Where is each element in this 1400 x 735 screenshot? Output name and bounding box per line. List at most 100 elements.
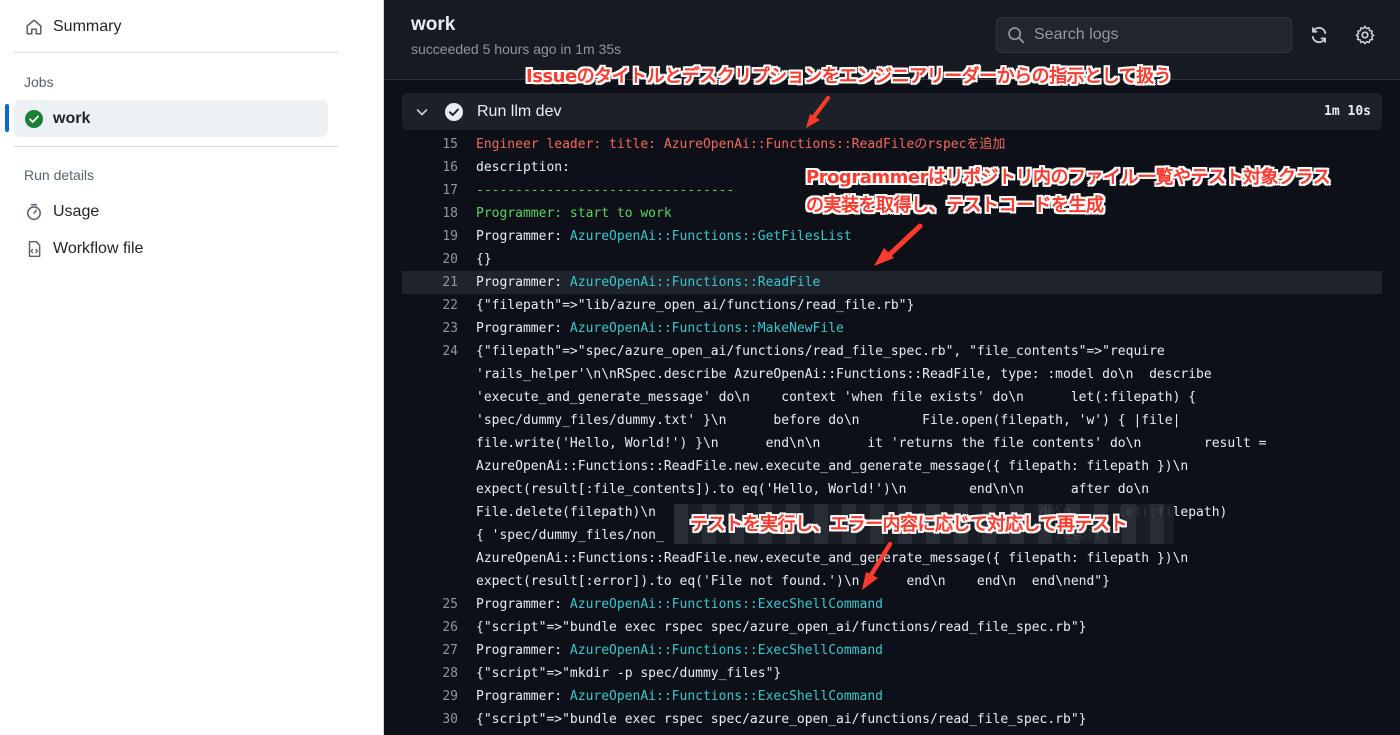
home-icon — [24, 17, 44, 37]
log-text: 'rails_helper'\n\nRSpec.describe AzureOp… — [476, 367, 1212, 382]
log-text: {"filepath"=>"lib/azure_open_ai/function… — [476, 298, 915, 313]
annotation-programmer-line1: Programmerはリポジトリ内のファイル一覧やテスト対象クラス — [806, 167, 1331, 188]
line-number: 27 — [442, 643, 458, 658]
log-text: Programmer: AzureOpenAi::Functions::GetF… — [476, 225, 852, 248]
line-number: 29 — [442, 689, 458, 704]
log-text: {"script"=>"bundle exec rspec spec/azure… — [476, 712, 1087, 727]
log-function-name: AzureOpenAi::Functions::ReadFile — [569, 275, 821, 290]
sidebar-item-workflow-file[interactable]: Workflow file — [14, 230, 328, 267]
log-function-name: AzureOpenAi::Functions::ExecShellCommand — [569, 689, 883, 704]
log-text: description: — [476, 160, 570, 175]
file-code-icon — [24, 239, 44, 259]
check-circle-icon — [444, 102, 464, 122]
line-number: 15 — [442, 137, 458, 152]
jobs-heading: Jobs — [24, 74, 54, 90]
log-text: Programmer: AzureOpenAi::Functions::Exec… — [476, 593, 883, 616]
log-text: 'execute_and_generate_message' do\n cont… — [476, 390, 1197, 405]
log-function-name: AzureOpenAi::Functions::ExecShellCommand — [569, 643, 883, 658]
log-function-name: AzureOpenAi::Functions::MakeNewFile — [569, 321, 844, 336]
stopwatch-icon — [24, 202, 44, 222]
divider — [14, 146, 338, 147]
search-icon — [1007, 26, 1025, 44]
log-text: {"script"=>"mkdir -p spec/dummy_files"} — [476, 666, 782, 681]
line-number: 24 — [442, 344, 458, 359]
log-line[interactable]: 27 Programmer: AzureOpenAi::Functions::Ex… — [402, 639, 1382, 662]
refresh-button[interactable] — [1306, 22, 1332, 48]
log-text: Programmer: AzureOpenAi::Functions::Exec… — [476, 685, 883, 708]
line-number: 18 — [442, 206, 458, 221]
log-line[interactable]: 29 Programmer: AzureOpenAi::Functions::Ex… — [402, 685, 1382, 708]
active-indicator — [5, 104, 9, 132]
sidebar-item-label: Usage — [53, 202, 100, 220]
log-line[interactable]: 22 {"filepath"=>"lib/azure_open_ai/functi… — [402, 294, 1382, 317]
line-number: 28 — [442, 666, 458, 681]
sidebar-item-label: Summary — [53, 17, 122, 35]
line-number: 21 — [442, 275, 458, 290]
log-text: Programmer: AzureOpenAi::Functions::Exec… — [476, 639, 883, 662]
log-prefix: Programmer: — [476, 229, 570, 244]
log-prefix: Programmer: — [476, 321, 570, 336]
step-name: Run llm dev — [477, 102, 562, 120]
log-text: 'spec/dummy_files/dummy.txt' }\n before … — [476, 413, 1181, 428]
log-text: Programmer: start to work — [476, 206, 672, 221]
annotation-programmer-line2: の実装を取得し、テストコードを生成 — [806, 195, 1104, 216]
log-line[interactable]: 30 {"script"=>"bundle exec rspec spec/azu… — [402, 708, 1382, 731]
line-number: 26 — [442, 620, 458, 635]
search-logs-field[interactable] — [996, 17, 1292, 53]
gear-icon — [1355, 25, 1375, 45]
line-number: 30 — [442, 712, 458, 727]
line-number: 23 — [442, 321, 458, 336]
log-line[interactable]: 25 Programmer: AzureOpenAi::Functions::Ex… — [402, 593, 1382, 616]
log-line[interactable]: 26 {"script"=>"bundle exec rspec spec/azu… — [402, 616, 1382, 639]
step-run-llm-dev[interactable]: Run llm dev 1m 10s — [402, 93, 1382, 130]
chevron-down-icon[interactable] — [414, 104, 430, 120]
log-line[interactable]: 28 {"script"=>"mkdir -p spec/dummy_files"… — [402, 662, 1382, 685]
annotation-issue-as-instruction: Issueのタイトルとデスクリプションをエンジニアリーダーからの指示として扱う — [526, 66, 1172, 87]
log-text: expect(result[:file_contents]).to eq('He… — [476, 482, 1150, 497]
arrow-icon — [874, 223, 923, 266]
line-number: 20 — [442, 252, 458, 267]
sidebar-item-work[interactable]: work — [14, 100, 328, 137]
line-number: 22 — [442, 298, 458, 313]
divider — [14, 52, 338, 53]
job-status-text: succeeded 5 hours ago in 1m 35s — [411, 41, 622, 57]
log-line[interactable]: 23 Programmer: AzureOpenAi::Functions::Ma… — [402, 317, 1382, 340]
log-text: AzureOpenAi::Functions::ReadFile.new.exe… — [476, 551, 1189, 566]
line-number: 17 — [442, 183, 458, 198]
log-text: file.write('Hello, World!') }\n end\n\n … — [476, 436, 1267, 451]
sidebar-item-label: work — [53, 109, 91, 127]
log-prefix: Programmer: — [476, 689, 570, 704]
line-number: 16 — [442, 160, 458, 175]
log-panel: work succeeded 5 hours ago in 1m 35s Run… — [384, 0, 1400, 735]
log-prefix: Programmer: — [476, 643, 570, 658]
log-text: Programmer: AzureOpenAi::Functions::Read… — [476, 271, 820, 294]
line-number: 19 — [442, 229, 458, 244]
log-function-name: AzureOpenAi::Functions::ExecShellCommand — [569, 597, 883, 612]
step-duration: 1m 10s — [1324, 104, 1371, 119]
log-text: --------------------------------- — [476, 183, 735, 198]
log-text: expect(result[:error]).to eq('File not f… — [476, 574, 1110, 589]
arrow-icon — [806, 96, 830, 128]
log-prefix: Programmer: — [476, 275, 570, 290]
sidebar-item-summary[interactable]: Summary — [14, 8, 328, 45]
run-details-heading: Run details — [24, 167, 95, 183]
search-input[interactable] — [1034, 26, 1274, 44]
log-line-highlighted[interactable]: 21 Programmer: AzureOpenAi::Functions::Re… — [402, 271, 1382, 294]
sidebar: Summary Jobs work Run details Usage Work… — [0, 0, 384, 735]
log-text: Programmer: AzureOpenAi::Functions::Make… — [476, 317, 844, 340]
check-circle-icon — [24, 109, 44, 129]
log-line[interactable]: 15 Engineer leader: title: AzureOpenAi::F… — [402, 133, 1382, 156]
log-text: Engineer leader: title: AzureOpenAi::Fun… — [476, 137, 1006, 152]
sidebar-item-label: Workflow file — [53, 239, 144, 257]
log-text: {} — [476, 252, 492, 267]
arrow-icon — [862, 541, 893, 590]
log-text: AzureOpenAi::Functions::ReadFile.new.exe… — [476, 459, 1189, 474]
line-number: 25 — [442, 597, 458, 612]
settings-button[interactable] — [1352, 22, 1378, 48]
log-text: {"script"=>"bundle exec rspec spec/azure… — [476, 620, 1087, 635]
annotation-test-retest: テストを実行し、エラー内容に応じて対応して再テスト — [690, 514, 1127, 535]
sidebar-item-usage[interactable]: Usage — [14, 193, 328, 230]
page-title: work — [411, 14, 456, 35]
log-function-name: AzureOpenAi::Functions::GetFilesList — [569, 229, 852, 244]
sync-icon — [1311, 26, 1327, 44]
